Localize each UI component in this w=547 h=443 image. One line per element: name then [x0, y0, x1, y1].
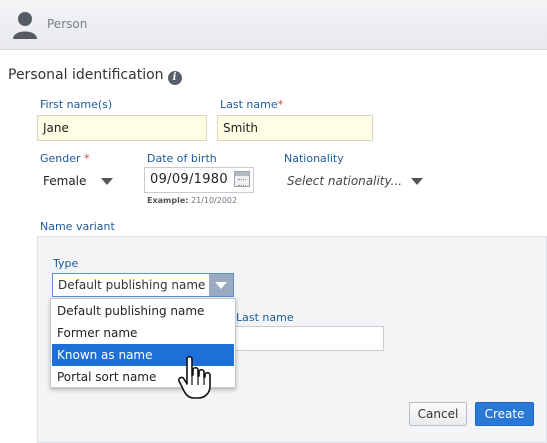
last-name-label: Last name* — [220, 98, 283, 111]
section-title: Personal identification i — [8, 67, 182, 85]
last-name-label-text: Last name — [220, 98, 278, 111]
gender-select[interactable]: Female — [37, 168, 121, 194]
create-button[interactable]: Create — [475, 402, 534, 426]
option-former-name[interactable]: Former name — [52, 322, 234, 344]
calendar-icon[interactable] — [234, 171, 250, 187]
type-select[interactable]: Default publishing name — [52, 273, 234, 297]
chevron-down-icon[interactable] — [209, 274, 233, 296]
person-icon — [13, 12, 37, 39]
last-name-input[interactable]: Smith — [217, 115, 373, 141]
dob-hint-value: 21/10/2002 — [191, 196, 238, 205]
nationality-select[interactable]: Select nationality... — [281, 168, 429, 194]
first-name-label: First name(s) — [40, 98, 113, 111]
chevron-down-icon — [411, 178, 423, 185]
first-name-input[interactable]: Jane — [37, 115, 207, 141]
gender-value: Female — [43, 174, 87, 188]
page-header: Person — [0, 0, 547, 50]
dob-hint-prefix: Example: — [147, 196, 189, 205]
nationality-placeholder: Select nationality... — [287, 174, 403, 188]
type-label: Type — [53, 257, 79, 270]
section-title-text: Personal identification — [8, 67, 164, 83]
variant-last-name-input[interactable] — [233, 326, 384, 351]
required-mark: * — [84, 152, 90, 165]
type-select-value: Default publishing name — [58, 278, 206, 292]
nationality-label: Nationality — [284, 152, 344, 165]
dob-hint: Example: 21/10/2002 — [147, 196, 237, 205]
chevron-down-icon — [101, 178, 113, 185]
cancel-button[interactable]: Cancel — [409, 402, 467, 426]
name-variant-label: Name variant — [40, 220, 115, 233]
header-title: Person — [47, 17, 88, 31]
variant-last-name-label: Last name — [236, 311, 294, 324]
gender-label-text: Gender — [40, 152, 81, 165]
dob-label: Date of birth — [147, 152, 217, 165]
option-default-publishing-name[interactable]: Default publishing name — [52, 300, 234, 322]
dob-value: 09/09/1980 — [150, 172, 228, 187]
required-mark: * — [277, 98, 284, 111]
info-icon[interactable]: i — [167, 71, 182, 85]
hand-cursor-icon — [178, 355, 211, 399]
gender-label: Gender * — [40, 152, 90, 165]
